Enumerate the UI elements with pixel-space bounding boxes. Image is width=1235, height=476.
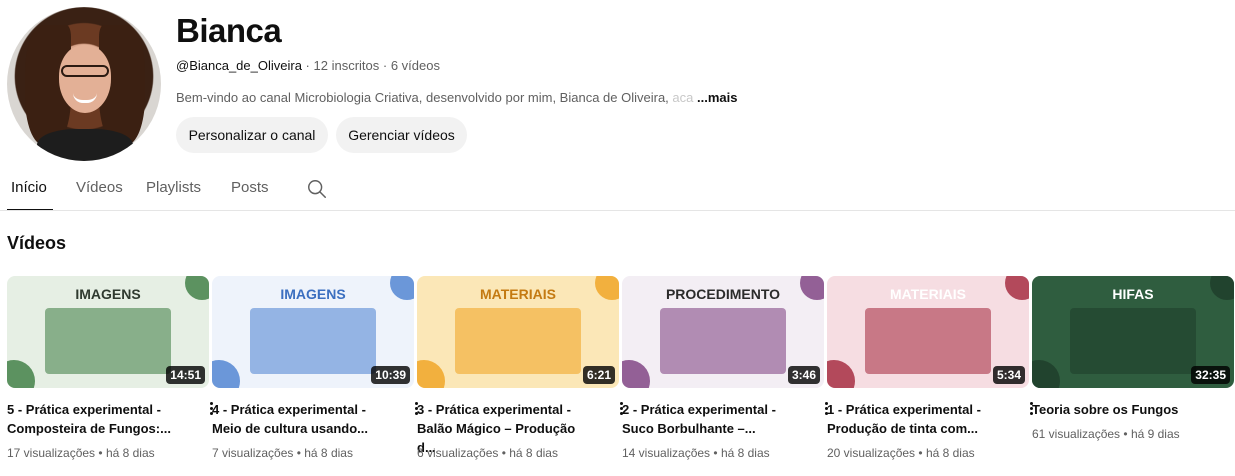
video-meta: 6 visualizações • há 8 dias xyxy=(417,446,558,460)
tab-posts[interactable]: Posts xyxy=(231,179,269,196)
video-duration: 10:39 xyxy=(371,366,410,384)
view-count: 20 visualizações xyxy=(827,446,916,460)
description-more-link[interactable]: ...mais xyxy=(697,90,737,105)
video-title[interactable]: 4 - Prática experimental - Meio de cultu… xyxy=(212,400,390,438)
video-card[interactable]: PROCEDIMENTO 3:46 2 - Prática experiment… xyxy=(622,276,828,460)
section-title: Vídeos xyxy=(7,233,67,253)
video-card[interactable]: HIFAS 32:35 Teoria sobre os Fungos 61 vi… xyxy=(1032,276,1235,441)
thumbnail-decoration xyxy=(7,360,35,388)
upload-age: há 8 dias xyxy=(509,446,558,460)
view-count: 6 visualizações xyxy=(417,446,499,460)
video-title[interactable]: 2 - Prática experimental - Suco Borbulha… xyxy=(622,400,800,438)
channel-handle: @Bianca_de_Oliveira xyxy=(176,58,302,73)
thumbnail-decoration xyxy=(212,360,240,388)
video-meta: 14 visualizações • há 8 dias xyxy=(622,446,770,460)
video-thumbnail[interactable]: IMAGENS 10:39 xyxy=(212,276,414,388)
tab-inicio[interactable]: Início xyxy=(11,179,47,196)
video-card[interactable]: IMAGENS 10:39 4 - Prática experimental -… xyxy=(212,276,418,460)
view-count: 14 visualizações xyxy=(622,446,711,460)
thumbnail-decoration xyxy=(827,360,855,388)
thumbnail-panel xyxy=(45,308,171,374)
video-count: 6 vídeos xyxy=(390,58,440,73)
video-duration: 3:46 xyxy=(787,366,820,384)
meta-separator: · xyxy=(301,58,314,73)
subscriber-count: 12 inscritos xyxy=(313,58,380,73)
tabs-divider xyxy=(0,210,1235,211)
video-title-line: Suco Borbulhante –... xyxy=(622,421,756,436)
avatar-glasses xyxy=(61,65,109,77)
thumbnail-panel xyxy=(660,308,786,374)
channel-meta: @Bianca_de_Oliveira · 12 inscritos · 6 v… xyxy=(176,58,440,73)
video-title-line: 1 - Prática experimental - xyxy=(827,402,981,417)
channel-avatar[interactable] xyxy=(7,7,161,161)
thumbnail-decoration xyxy=(1032,360,1060,388)
video-title[interactable]: 5 - Prática experimental - Composteira d… xyxy=(7,400,185,438)
thumbnail-decoration xyxy=(417,360,445,388)
channel-name: Bianca xyxy=(176,12,282,49)
meta-separator: · xyxy=(379,58,391,73)
video-meta: 7 visualizações • há 8 dias xyxy=(212,446,353,460)
description-text: Bem-vindo ao canal Microbiologia Criativ… xyxy=(176,90,669,105)
manage-videos-button[interactable]: Gerenciar vídeos xyxy=(336,117,467,153)
upload-age: há 8 dias xyxy=(720,446,770,460)
video-duration: 32:35 xyxy=(1191,366,1230,384)
video-thumbnail[interactable]: MATERIAIS 5:34 xyxy=(827,276,1029,388)
thumbnail-heading: PROCEDIMENTO xyxy=(665,286,781,302)
video-title-line: 3 - Prática experimental - xyxy=(417,402,571,417)
upload-age: há 9 dias xyxy=(1130,427,1180,441)
upload-age: há 8 dias xyxy=(304,446,353,460)
video-card[interactable]: IMAGENS 14:51 5 - Prática experimental -… xyxy=(7,276,213,460)
upload-age: há 8 dias xyxy=(925,446,975,460)
channel-tabs: Início Vídeos Playlists Posts xyxy=(0,176,1235,212)
description-fade: aca xyxy=(668,90,694,105)
video-duration: 5:34 xyxy=(992,366,1025,384)
tab-videos[interactable]: Vídeos xyxy=(76,179,123,196)
view-count: 61 visualizações xyxy=(1032,427,1121,441)
video-thumbnail[interactable]: HIFAS 32:35 xyxy=(1032,276,1234,388)
video-meta: 20 visualizações • há 8 dias xyxy=(827,446,975,460)
tab-playlists[interactable]: Playlists xyxy=(146,179,201,196)
video-title-line: Meio de cultura usando... xyxy=(212,421,369,436)
view-count: 17 visualizações xyxy=(7,446,96,460)
view-count: 7 visualizações xyxy=(212,446,294,460)
thumbnail-panel xyxy=(455,308,581,374)
thumbnail-heading: IMAGENS xyxy=(75,286,141,302)
video-thumbnail[interactable]: MATERIAIS 6:21 xyxy=(417,276,619,388)
video-duration: 14:51 xyxy=(166,366,205,384)
thumbnail-decoration xyxy=(622,360,650,388)
video-title-line: Produção de tinta com... xyxy=(827,421,978,436)
video-title-line: 4 - Prática experimental - xyxy=(212,402,366,417)
channel-description[interactable]: Bem-vindo ao canal Microbiologia Criativ… xyxy=(176,90,737,105)
thumbnail-heading: MATERIAIS xyxy=(480,286,556,302)
video-meta: 17 visualizações • há 8 dias xyxy=(7,446,155,460)
video-title-line: 5 - Prática experimental - xyxy=(7,402,161,417)
avatar-shirt xyxy=(37,129,133,161)
thumbnail-heading: MATERIAIS xyxy=(890,286,966,302)
video-card[interactable]: MATERIAIS 6:21 3 - Prática experimental … xyxy=(417,276,623,460)
video-card[interactable]: MATERIAIS 5:34 1 - Prática experimental … xyxy=(827,276,1033,460)
more-vertical-icon[interactable] xyxy=(1228,400,1235,418)
video-title[interactable]: 1 - Prática experimental - Produção de t… xyxy=(827,400,1005,438)
upload-age: há 8 dias xyxy=(105,446,155,460)
video-title-line: Teoria sobre os Fungos xyxy=(1032,402,1179,417)
thumbnail-heading: HIFAS xyxy=(1112,286,1154,302)
video-title-line: 2 - Prática experimental - xyxy=(622,402,776,417)
customize-channel-button[interactable]: Personalizar o canal xyxy=(176,117,328,153)
thumbnail-panel xyxy=(865,308,991,374)
video-thumbnail[interactable]: IMAGENS 14:51 xyxy=(7,276,209,388)
thumbnail-panel xyxy=(1070,308,1196,374)
video-thumbnail[interactable]: PROCEDIMENTO 3:46 xyxy=(622,276,824,388)
video-title-line: Composteira de Fungos:... xyxy=(7,421,171,436)
thumbnail-panel xyxy=(250,308,376,374)
video-title[interactable]: Teoria sobre os Fungos xyxy=(1032,400,1210,419)
thumbnail-heading: IMAGENS xyxy=(280,286,346,302)
search-icon[interactable] xyxy=(306,178,328,200)
video-meta: 61 visualizações • há 9 dias xyxy=(1032,427,1180,441)
video-duration: 6:21 xyxy=(582,366,615,384)
